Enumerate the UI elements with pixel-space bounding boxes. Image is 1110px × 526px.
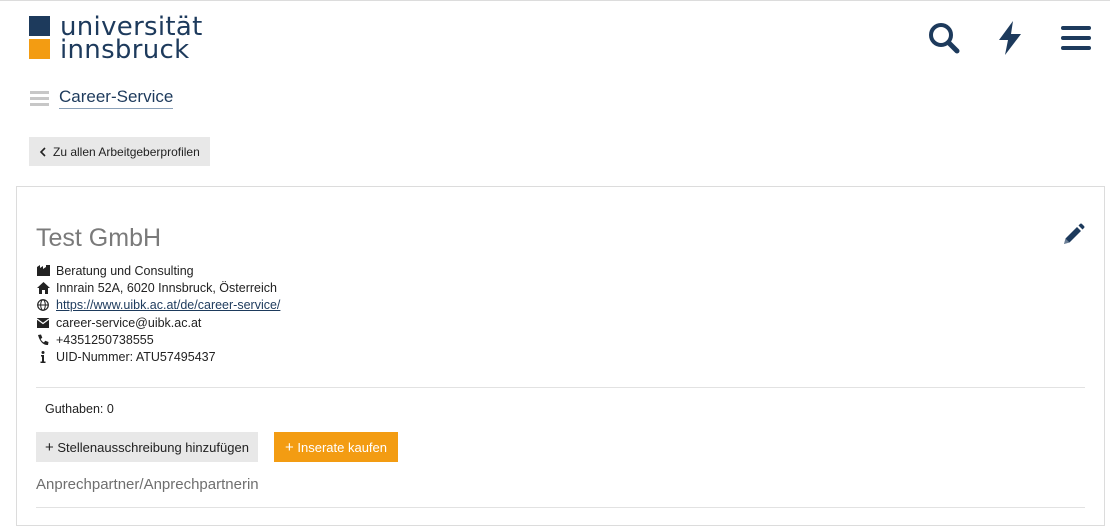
address-row: Innrain 52A, 6020 Innsbruck, Österreich xyxy=(36,279,280,296)
buy-ads-button[interactable]: + Inserate kaufen xyxy=(274,432,399,462)
section-divider xyxy=(36,387,1085,388)
section-divider xyxy=(36,507,1085,508)
home-icon xyxy=(36,281,50,294)
company-name: Test GmbH xyxy=(36,224,162,252)
company-profile-card: Test GmbH Beratung und Consulting Innrai… xyxy=(16,186,1105,526)
lightning-icon[interactable] xyxy=(994,21,1026,55)
website-link[interactable]: https://www.uibk.ac.at/de/career-service… xyxy=(56,298,280,312)
breadcrumb: Career-Service xyxy=(30,87,174,109)
phone-row: +4351250738555 xyxy=(36,331,280,348)
back-to-profiles-button[interactable]: Zu allen Arbeitgeberprofilen xyxy=(29,137,210,166)
university-logo[interactable]: universität innsbruck xyxy=(29,14,203,65)
uid-row: UID-Nummer: ATU57495437 xyxy=(36,348,280,365)
breadcrumb-menu-icon[interactable] xyxy=(30,88,49,109)
industry-row: Beratung und Consulting xyxy=(36,262,280,279)
add-job-posting-label: Stellenausschreibung hinzufügen xyxy=(57,439,249,455)
plus-icon: + xyxy=(45,438,54,456)
email-row: career-service@uibk.ac.at xyxy=(36,314,280,331)
logo-squares xyxy=(29,16,50,59)
envelope-icon xyxy=(36,317,50,328)
industry-factory-icon xyxy=(36,265,50,277)
edit-pencil-icon[interactable] xyxy=(1061,223,1085,247)
uid-text: UID-Nummer: ATU57495437 xyxy=(56,350,216,365)
plus-icon: + xyxy=(285,438,294,456)
balance-text: Guthaben: 0 xyxy=(45,402,114,416)
address-text: Innrain 52A, 6020 Innsbruck, Österreich xyxy=(56,280,277,295)
globe-icon xyxy=(36,299,50,312)
back-button-label: Zu allen Arbeitgeberprofilen xyxy=(53,144,200,159)
logo-square-orange xyxy=(29,39,50,59)
header-actions xyxy=(928,21,1092,55)
website-row: https://www.uibk.ac.at/de/career-service… xyxy=(36,297,280,314)
logo-wordmark: universität innsbruck xyxy=(60,14,203,65)
phone-icon xyxy=(36,334,50,346)
search-icon[interactable] xyxy=(928,21,960,55)
logo-line2: innsbruck xyxy=(60,35,190,65)
company-details: Beratung und Consulting Innrain 52A, 602… xyxy=(36,262,280,366)
breadcrumb-link-career-service[interactable]: Career-Service xyxy=(59,87,174,109)
add-job-posting-button[interactable]: + Stellenausschreibung hinzufügen xyxy=(36,432,258,462)
phone-text: +4351250738555 xyxy=(56,332,154,347)
hamburger-menu-icon[interactable] xyxy=(1060,21,1092,55)
info-icon xyxy=(36,351,50,364)
contact-person-heading: Anprechpartner/Anprechpartnerin xyxy=(36,476,259,493)
industry-text: Beratung und Consulting xyxy=(56,263,194,278)
logo-square-blue xyxy=(29,16,50,36)
email-text: career-service@uibk.ac.at xyxy=(56,315,202,330)
chevron-left-icon xyxy=(39,146,46,157)
buy-ads-label: Inserate kaufen xyxy=(297,439,388,455)
